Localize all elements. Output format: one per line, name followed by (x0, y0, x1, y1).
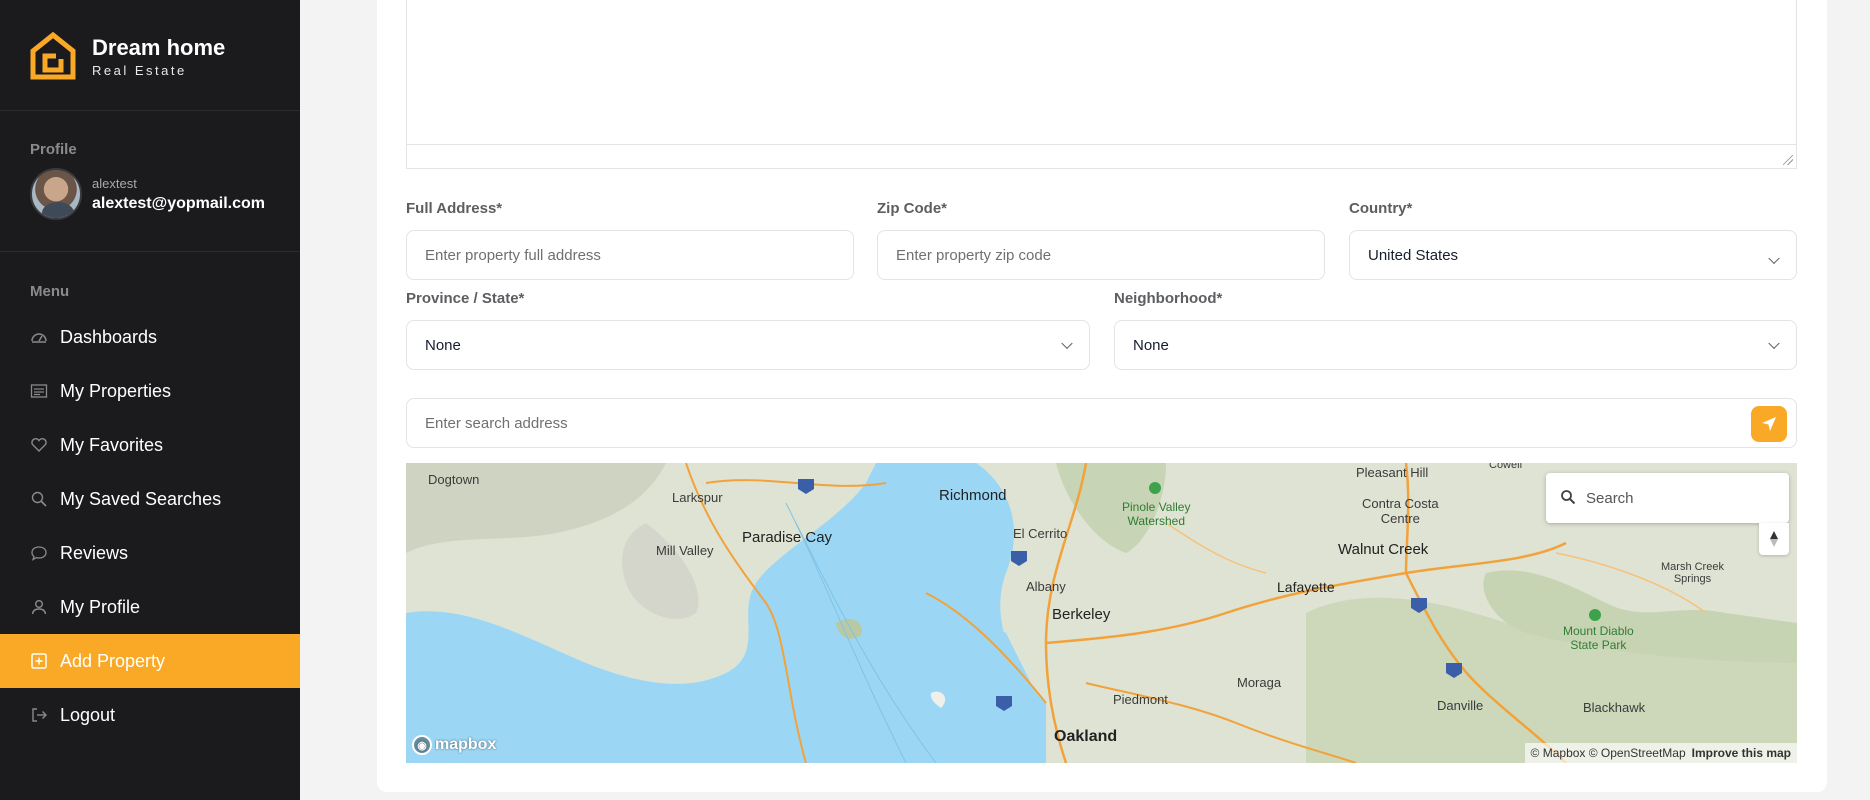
brand[interactable]: Dream home Real Estate (30, 32, 225, 80)
sidebar-item-label: My Saved Searches (60, 488, 222, 509)
map-label-piedmont: Piedmont (1113, 692, 1168, 707)
province-value: None (425, 336, 461, 354)
map-label-contra-costa: Contra Costa Centre (1362, 496, 1439, 526)
divider (0, 251, 300, 252)
chevron-down-icon (1061, 337, 1073, 350)
map-label-cowell: Cowell (1489, 463, 1523, 471)
search-icon (30, 490, 48, 508)
editor-statusbar (407, 144, 1796, 168)
sidebar-item-label: Reviews (60, 542, 129, 563)
menu-section-label: Menu (30, 283, 70, 300)
map-search-placeholder: Search (1586, 489, 1634, 507)
sidebar-item-label: My Favorites (60, 434, 164, 455)
map-label-richmond: Richmond (939, 487, 1007, 504)
neighborhood-value: None (1133, 336, 1169, 354)
country-label: Country* (1349, 200, 1413, 217)
sidebar: Dream home Real Estate Profile alextest … (0, 0, 300, 800)
sidebar-item-my-profile[interactable]: My Profile (0, 580, 300, 634)
mapbox-icon: ◉ (412, 735, 432, 755)
search-address-input[interactable]: Enter search address (406, 398, 1797, 448)
plus-square-icon (30, 652, 48, 670)
mapbox-logo[interactable]: ◉ mapbox (412, 735, 496, 755)
map-label-blackhawk: Blackhawk (1583, 700, 1646, 715)
country-value: United States (1368, 246, 1459, 264)
map-label-moraga: Moraga (1237, 675, 1282, 690)
map-label-oakland: Oakland (1054, 728, 1118, 745)
sidebar-item-label: Dashboards (60, 326, 158, 347)
map-attribution: © Mapbox © OpenStreetMap Improve this ma… (1524, 743, 1797, 763)
attribution-text[interactable]: © Mapbox © OpenStreetMap (1531, 746, 1686, 760)
locate-button[interactable] (1751, 406, 1787, 442)
map-search-input[interactable]: Search (1546, 473, 1789, 523)
sidebar-item-label: My Properties (60, 380, 172, 401)
sidebar-item-my-saved-searches[interactable]: My Saved Searches (0, 472, 300, 526)
map-label-albany: Albany (1026, 579, 1066, 594)
map-label-paradise-cay: Paradise Cay (742, 529, 833, 546)
zip-code-label: Zip Code* (877, 200, 947, 217)
neighborhood-select[interactable]: None (1114, 320, 1797, 370)
description-textarea[interactable] (406, 0, 1797, 169)
list-icon (30, 382, 48, 400)
sidebar-item-logout[interactable]: Logout (0, 688, 300, 742)
chat-icon (30, 544, 48, 562)
sidebar-item-label: Logout (60, 704, 116, 725)
profile-section-label: Profile (30, 141, 77, 158)
resize-handle-icon[interactable] (1783, 155, 1793, 165)
sidebar-item-my-properties[interactable]: My Properties (0, 364, 300, 418)
full-address-input[interactable]: Enter property full address (406, 230, 854, 280)
improve-map-link[interactable]: Improve this map (1692, 746, 1791, 760)
chevron-down-icon (1768, 252, 1780, 264)
full-address-placeholder: Enter property full address (425, 246, 601, 264)
map-label-walnut-creek: Walnut Creek (1338, 541, 1429, 558)
neighborhood-label: Neighborhood* (1114, 290, 1223, 307)
full-address-label: Full Address* (406, 200, 503, 217)
compass-button[interactable] (1759, 523, 1789, 555)
profile-username: alextest (92, 175, 137, 191)
sidebar-item-add-property[interactable]: Add Property (0, 634, 300, 688)
search-address-placeholder: Enter search address (425, 414, 568, 432)
map-label-marsh-creek: Marsh Creek Springs (1661, 561, 1724, 585)
search-icon (1561, 490, 1576, 505)
zip-code-placeholder: Enter property zip code (896, 246, 1052, 264)
map-label-mill-valley: Mill Valley (656, 543, 714, 558)
heart-icon (30, 436, 48, 454)
house-logo-icon (30, 32, 76, 80)
logout-icon (30, 706, 48, 724)
brand-name: Dream home (92, 34, 226, 60)
map-label-pleasant-hill: Pleasant Hill (1356, 465, 1429, 480)
brand-subtitle: Real Estate (92, 62, 187, 78)
province-select[interactable]: None (406, 320, 1090, 370)
country-select[interactable]: United States (1349, 230, 1797, 280)
map-label-lafayette: Lafayette (1277, 579, 1335, 595)
location-arrow-icon (1762, 417, 1776, 431)
avatar (30, 168, 82, 220)
map[interactable]: Dogtown Larkspur Mill Valley Paradise Ca… (406, 463, 1797, 763)
map-label-berkeley: Berkeley (1052, 606, 1111, 623)
compass-icon (1770, 531, 1778, 547)
sidebar-item-label: Add Property (60, 650, 166, 671)
user-icon (30, 598, 48, 616)
mapbox-logo-text: mapbox (435, 736, 497, 753)
profile-email: alextest@yopmail.com (92, 194, 265, 212)
map-label-el-cerrito: El Cerrito (1013, 526, 1068, 541)
map-label-pinole: Pinole Valley Watershed (1122, 500, 1191, 528)
divider (0, 110, 300, 111)
sidebar-item-dashboards[interactable]: Dashboards (0, 310, 300, 364)
province-label: Province / State* (406, 290, 525, 307)
map-label-danville: Danville (1437, 698, 1484, 713)
chevron-down-icon (1768, 337, 1780, 350)
dashboard-icon (30, 328, 48, 346)
map-label-larkspur: Larkspur (672, 490, 723, 505)
map-label-mount-diablo: Mount Diablo State Park (1563, 624, 1634, 652)
sidebar-item-reviews[interactable]: Reviews (0, 526, 300, 580)
profile-card[interactable]: alextest alextest@yopmail.com (30, 168, 265, 220)
zip-code-input[interactable]: Enter property zip code (877, 230, 1325, 280)
map-label-dogtown: Dogtown (428, 472, 480, 487)
sidebar-item-my-favorites[interactable]: My Favorites (0, 418, 300, 472)
sidebar-menu: Dashboards My Properties My Favorites My… (0, 310, 300, 742)
sidebar-item-label: My Profile (60, 596, 141, 617)
